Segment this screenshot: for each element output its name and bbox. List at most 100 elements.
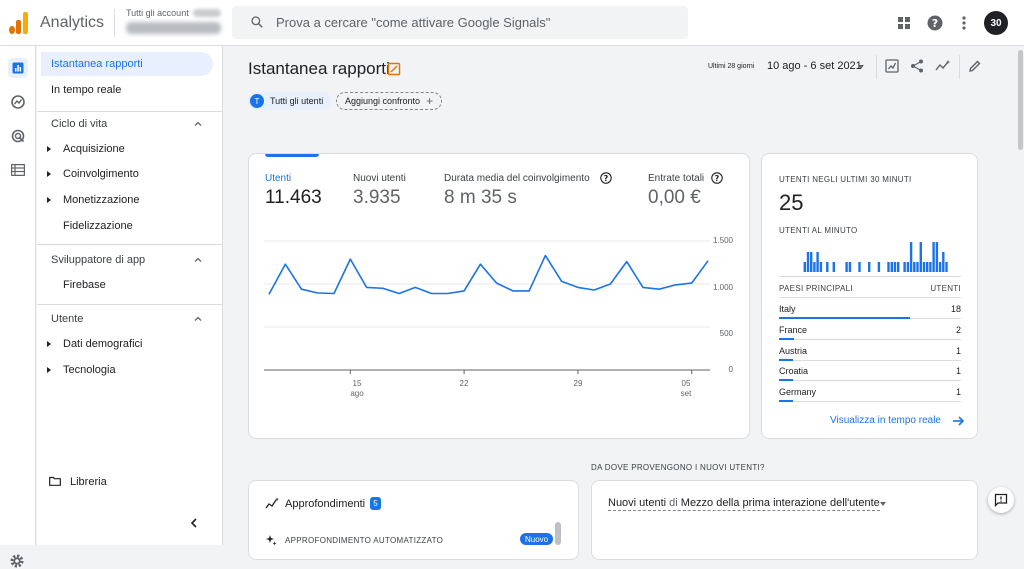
automated-insight-title: APPROFONDIMENTO AUTOMATIZZATO [285, 536, 444, 545]
sidebar-item-technology[interactable]: Tecnologia [37, 358, 223, 382]
country-share-bar [779, 317, 911, 319]
sidebar-item-firebase[interactable]: Firebase [37, 273, 223, 297]
country-name: Austria [779, 345, 808, 356]
account-breadcrumb-redacted [193, 9, 221, 17]
sidebar-item-demographics[interactable]: Dati demografici [37, 332, 223, 356]
active-metric-indicator [265, 154, 319, 157]
segment-chip-all-users[interactable]: T Tutti gli utenti [248, 92, 332, 110]
expand-arrow-icon [47, 171, 51, 177]
section-lifecycle[interactable]: Ciclo di vita [51, 118, 107, 130]
x-tick-day: 15 [352, 379, 362, 388]
edit-report-icon[interactable] [387, 62, 401, 76]
reports-icon[interactable] [8, 58, 28, 78]
dropdown-caret-icon[interactable] [880, 502, 886, 506]
chevron-up-icon[interactable] [193, 119, 203, 129]
expand-arrow-icon [47, 367, 51, 373]
help-circle-icon[interactable]: ? [600, 172, 612, 184]
y-tick-label: 1.500 [712, 236, 733, 245]
realtime-users-value: 25 [779, 190, 804, 215]
row-divider [779, 380, 961, 382]
svg-text:?: ? [604, 174, 609, 183]
help-circle-icon[interactable]: ? [711, 172, 723, 184]
date-dropdown-icon[interactable] [858, 65, 864, 69]
metric-value-new-users[interactable]: 3.935 [353, 187, 401, 209]
country-share-bar [779, 379, 793, 382]
share-icon[interactable] [908, 57, 926, 75]
date-range[interactable]: 10 ago - 6 set 2021 [767, 60, 862, 72]
apps-grid-icon[interactable] [894, 13, 914, 33]
sidebar-item-label: Monetizzazione [63, 194, 140, 206]
metric-value-engagement-time[interactable]: 8 m 35 s [444, 187, 517, 209]
sidebar-item-acquisition[interactable]: Acquisizione [37, 137, 223, 161]
section-app-developer[interactable]: Sviluppatore di app [51, 254, 145, 266]
sidebar-item-label: Coinvolgimento [63, 168, 139, 180]
more-vert-icon[interactable] [954, 13, 974, 33]
acquisition-card [591, 480, 978, 560]
metric-label-users[interactable]: Utenti [265, 173, 291, 184]
feedback-button[interactable] [988, 487, 1014, 513]
metric-value-revenue[interactable]: 0,00 € [648, 187, 701, 209]
insights-title: Approfondimenti [285, 498, 366, 510]
row-divider [779, 359, 961, 361]
search-icon [251, 16, 263, 28]
sidebar-item-label: Firebase [63, 279, 106, 291]
sparkle-icon [266, 535, 277, 546]
help-icon[interactable]: ? [925, 13, 945, 33]
new-badge: Nuovo [520, 533, 554, 545]
country-users: 18 [950, 304, 961, 314]
customize-report-icon[interactable] [883, 57, 901, 75]
row-divider [779, 338, 961, 340]
sidebar-item-label: Fidelizzazione [63, 220, 133, 232]
x-tick-month: ago [350, 389, 364, 398]
nav-divider [37, 111, 223, 112]
metric-label-revenue[interactable]: Entrate totali [648, 173, 704, 184]
page-scrollbar[interactable] [1018, 50, 1023, 150]
folder-icon[interactable] [49, 476, 61, 486]
settings-gear-icon[interactable] [9, 553, 25, 569]
account-selector-redacted[interactable] [126, 22, 221, 34]
chevron-left-icon[interactable] [188, 517, 200, 529]
sidebar-item-engagement[interactable]: Coinvolgimento [37, 162, 223, 186]
metric-label-engagement-time[interactable]: Durata media del coinvolgimento [444, 173, 590, 184]
configure-icon[interactable] [8, 160, 28, 180]
metric-label-new-users[interactable]: Nuovi utenti [353, 173, 406, 184]
metric-value-users[interactable]: 11.463 [265, 187, 322, 209]
account-divider [114, 9, 115, 37]
search-bar[interactable] [232, 6, 688, 39]
date-preset-badge[interactable]: Ultimi 28 giorni [708, 62, 755, 71]
advertising-icon[interactable] [8, 126, 28, 146]
app-name: Analytics [40, 14, 105, 31]
y-tick-label: 1.000 [712, 283, 733, 292]
explore-icon[interactable] [8, 92, 28, 112]
view-realtime-link[interactable]: Visualizza in tempo reale [830, 415, 941, 426]
avatar[interactable]: 30 [984, 11, 1008, 35]
add-comparison-button[interactable]: Aggiungi confronto + [336, 92, 443, 110]
chevron-up-icon[interactable] [193, 255, 203, 265]
nav-divider [37, 304, 223, 305]
sidebar-item-library[interactable]: Libreria [70, 476, 107, 488]
account-label[interactable]: Tutti gli account [126, 8, 189, 18]
x-tick-day: 29 [573, 379, 583, 388]
sidebar-item-label: Tecnologia [63, 364, 116, 376]
sidebar-item-monetization[interactable]: Monetizzazione [37, 188, 223, 212]
analytics-logo[interactable] [9, 12, 29, 34]
sidebar-item-realtime[interactable]: In tempo reale [37, 78, 223, 102]
svg-text:?: ? [715, 174, 720, 183]
search-input[interactable] [276, 10, 676, 35]
sidebar-item-retention[interactable]: Fidelizzazione [37, 214, 223, 238]
x-tick-month: set [680, 389, 692, 398]
pencil-icon[interactable] [966, 57, 984, 75]
bar-chart-baseline [779, 276, 961, 277]
section-user[interactable]: Utente [51, 313, 83, 325]
section-title-new-users-source: DA DOVE PROVENGONO I NUOVI UTENTI? [591, 463, 765, 472]
insights-scrollbar[interactable] [555, 522, 561, 545]
country-share-bar [779, 400, 793, 403]
acquisition-dimension-selector[interactable]: Nuovi utenti di Mezzo della prima intera… [608, 497, 880, 511]
country-name: Germany [779, 387, 817, 398]
chevron-up-icon[interactable] [193, 314, 203, 324]
y-tick-label: 0 [728, 365, 733, 374]
top-bar: Analytics Tutti gli account ? 30 [0, 0, 1024, 46]
insights-sparkline-icon[interactable] [934, 57, 952, 75]
arrow-right-icon[interactable] [951, 414, 965, 428]
sidebar-item-snapshot[interactable]: Istantanea rapporti [41, 52, 213, 76]
